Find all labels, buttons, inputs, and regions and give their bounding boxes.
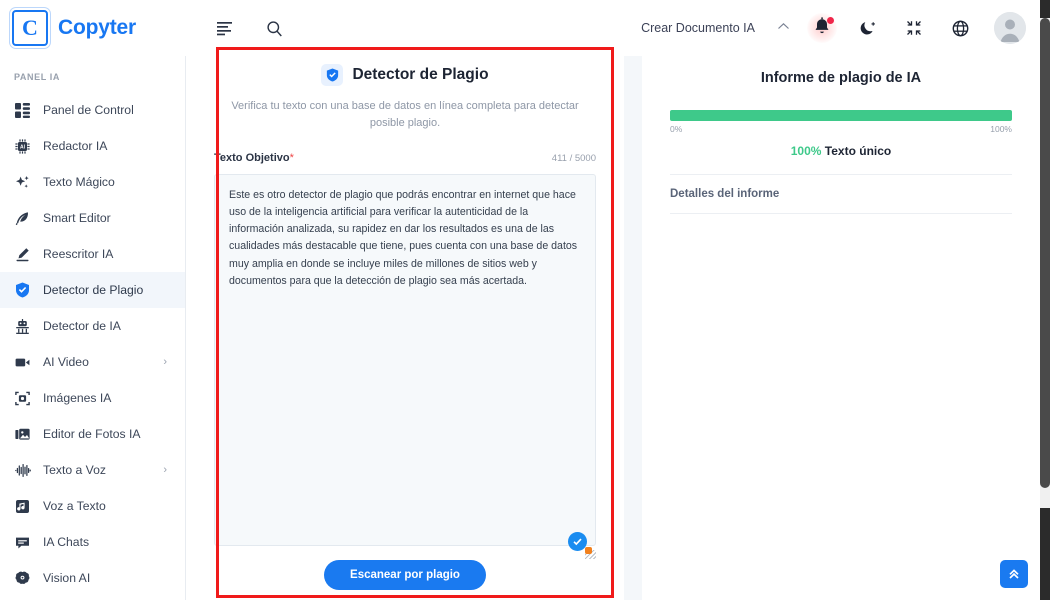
page-scrollbar[interactable] [1040, 0, 1050, 600]
create-document-link[interactable]: Crear Documento IA [641, 21, 755, 35]
scrollbar-track-bottom [1040, 508, 1050, 600]
sidebar-item-voz-a-texto[interactable]: Voz a Texto [0, 488, 185, 524]
tool-header: Detector de Plagio [321, 64, 489, 86]
sidebar-item-label: IA Chats [43, 535, 90, 549]
collapse-fullscreen-icon[interactable] [902, 16, 926, 40]
sidebar-item-label: Texto Mágico [43, 175, 115, 189]
brain-vision-icon [14, 570, 31, 587]
sidebar-item-ia-chats[interactable]: IA Chats [0, 524, 185, 560]
globe-language-icon[interactable] [948, 16, 972, 40]
sidebar-item-detector-de-plagio[interactable]: Detector de Plagio [0, 272, 185, 308]
chat-bubble-icon [14, 534, 31, 551]
uniqueness-percent: 100% [790, 144, 822, 158]
search-icon[interactable] [262, 16, 286, 40]
sidebar-item-texto-magico[interactable]: Texto Mágico [0, 164, 185, 200]
scrollbar-track-top [1040, 0, 1050, 18]
shield-check-icon [14, 282, 31, 299]
page-title: Detector de Plagio [352, 66, 489, 83]
uniqueness-progress-bar [670, 110, 1012, 121]
uniqueness-summary: 100% Texto único [670, 144, 1012, 158]
chevron-up-icon[interactable] [777, 20, 790, 34]
shield-check-icon [321, 64, 344, 86]
sidebar-item-smart-editor[interactable]: Smart Editor [0, 200, 185, 236]
target-text-input[interactable] [214, 174, 596, 546]
dashboard-icon [14, 102, 31, 119]
notification-badge-dot [827, 17, 834, 24]
sidebar-item-redactor-ia[interactable]: AI Redactor IA [0, 128, 185, 164]
brand-logo-icon: C [12, 10, 48, 46]
uniqueness-progress-fill [670, 110, 1012, 121]
robot-detector-icon [14, 318, 31, 335]
moon-dark-mode-icon[interactable] [856, 16, 880, 40]
sidebar-item-label: Imágenes IA [43, 391, 112, 405]
photo-editor-icon [14, 426, 31, 443]
navbar-right: Crear Documento IA [641, 12, 1040, 44]
sidebar-item-label: Detector de IA [43, 319, 121, 333]
grammarly-check-icon[interactable] [568, 532, 587, 551]
tool-subtitle: Verifica tu texto con una base de datos … [231, 100, 579, 129]
target-text-label: Texto Objetivo* [214, 152, 294, 164]
brand[interactable]: C Copyter [0, 0, 190, 56]
field-header-row: Texto Objetivo* 411 / 5000 [214, 148, 596, 166]
sidebar-item-texto-a-voz[interactable]: Texto a Voz › [0, 452, 185, 488]
progress-scale: 0% 100% [670, 124, 1012, 134]
scroll-to-top-button[interactable] [1000, 560, 1028, 588]
sidebar-item-panel-de-control[interactable]: Panel de Control [0, 92, 185, 128]
required-asterisk: * [289, 152, 294, 164]
image-frame-icon [14, 390, 31, 407]
plagiarism-report-panel: Informe de plagio de IA 0% 100% 100% Tex… [642, 56, 1040, 600]
chevron-right-icon: › [163, 356, 167, 368]
scrollbar-thumb[interactable] [1040, 18, 1050, 488]
divider [670, 213, 1012, 214]
pen-icon [14, 210, 31, 227]
plagiarism-tool-panel: Detector de Plagio Verifica tu texto con… [186, 56, 624, 600]
workspace: Detector de Plagio Verifica tu texto con… [186, 56, 1040, 600]
sidebar: PANEL IA Panel de Control AI Redactor IA… [0, 56, 186, 600]
scan-plagiarism-button[interactable]: Escanear por plagio [324, 560, 486, 590]
panel-gap [624, 56, 642, 600]
grammarly-status-dot [585, 547, 592, 554]
scale-min-label: 0% [670, 124, 683, 134]
avatar[interactable] [994, 12, 1026, 44]
sidebar-section-label: PANEL IA [14, 72, 60, 82]
sidebar-item-detector-de-ia[interactable]: Detector de IA [0, 308, 185, 344]
sidebar-item-imagenes-ia[interactable]: Imágenes IA [0, 380, 185, 416]
top-navbar: C Copyter Crear Documento IA [0, 0, 1040, 56]
sidebar-item-reescritor-ia[interactable]: Reescritor IA [0, 236, 185, 272]
sidebar-item-label: Panel de Control [43, 103, 134, 117]
svg-text:AI: AI [20, 144, 26, 150]
uniqueness-label: Texto único [824, 144, 892, 158]
sidebar-item-editor-de-fotos-ia[interactable]: Editor de Fotos IA [0, 416, 185, 452]
sidebar-item-label: Vision AI [43, 571, 91, 585]
sidebar-item-label: Smart Editor [43, 211, 111, 225]
character-counter: 411 / 5000 [551, 153, 596, 164]
sidebar-item-label: Redactor IA [43, 139, 108, 153]
sidebar-item-label: Reescritor IA [43, 247, 114, 261]
textarea-wrapper [214, 166, 596, 560]
app-root: C Copyter Crear Documento IA PANEL IA Pa… [0, 0, 1050, 600]
pencil-edit-icon [14, 246, 31, 263]
sidebar-item-ai-video[interactable]: AI Video › [0, 344, 185, 380]
report-title: Informe de plagio de IA [760, 70, 922, 86]
brand-logo-letter: C [22, 15, 38, 40]
waveform-icon [14, 462, 31, 479]
report-details-title: Detalles del informe [670, 188, 780, 200]
menu-icon[interactable] [212, 16, 236, 40]
sidebar-item-label: Texto a Voz [43, 463, 107, 477]
ai-chip-icon: AI [14, 138, 31, 155]
sidebar-item-label: Editor de Fotos IA [43, 427, 141, 441]
chevron-right-icon: › [163, 464, 167, 476]
sidebar-item-label: Detector de Plagio [43, 283, 144, 297]
sidebar-item-label: Voz a Texto [43, 499, 106, 513]
sidebar-item-vision-ai[interactable]: Vision AI [0, 560, 185, 596]
sidebar-item-label: AI Video [43, 355, 89, 369]
navbar-left-icons [212, 16, 286, 40]
scale-max-label: 100% [990, 124, 1012, 134]
brand-name: Copyter [58, 16, 136, 39]
notifications-button[interactable] [807, 13, 837, 43]
video-camera-icon [14, 354, 31, 371]
sparkles-icon [14, 174, 31, 191]
music-note-box-icon [14, 498, 31, 515]
